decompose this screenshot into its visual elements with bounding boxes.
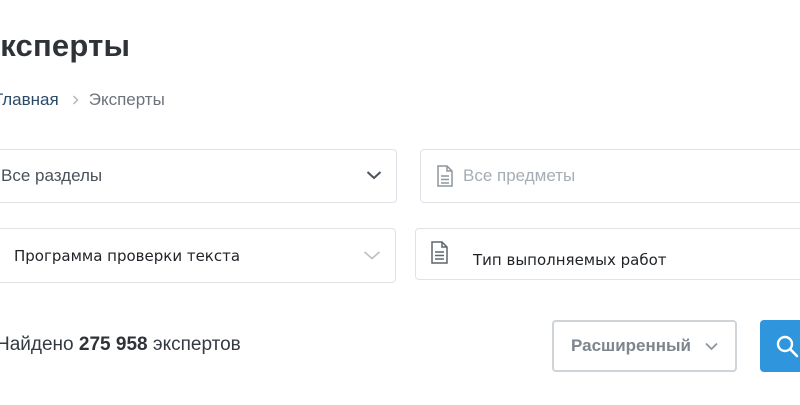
- chevron-down-icon: [366, 167, 382, 188]
- advanced-search-label: Расширенный: [571, 336, 691, 355]
- page-title: Эксперты: [0, 28, 131, 63]
- results-number: 275 958: [78, 334, 148, 355]
- document-icon: [431, 241, 448, 264]
- checker-select[interactable]: Программа проверки текста: [0, 228, 396, 283]
- results-suffix: экспертов: [152, 334, 241, 355]
- chevron-down-icon: [705, 342, 718, 351]
- breadcrumb-home-link[interactable]: Главная: [0, 90, 59, 110]
- work-type-input[interactable]: Тип выполняемых работ: [415, 228, 800, 280]
- chevron-down-icon: [363, 247, 381, 268]
- subjects-input-placeholder: Все предметы: [463, 166, 576, 185]
- search-button[interactable]: [760, 320, 800, 372]
- breadcrumb-current: Эксперты: [88, 90, 165, 109]
- work-type-input-value: Тип выполняемых работ: [473, 251, 667, 269]
- sections-select-value: Все разделы: [1, 166, 103, 185]
- search-icon: [775, 334, 799, 358]
- checker-select-value: Программа проверки текста: [14, 246, 241, 265]
- chevron-right-icon: [72, 95, 79, 105]
- results-count: Найдено 275 958 экспертов: [0, 334, 241, 356]
- breadcrumb: Главная Эксперты: [0, 90, 165, 110]
- sections-select[interactable]: Все разделы: [0, 149, 397, 203]
- advanced-search-button[interactable]: Расширенный: [552, 320, 737, 372]
- document-icon: [437, 165, 453, 187]
- subjects-input[interactable]: Все предметы: [420, 149, 800, 203]
- results-prefix: Найдено: [0, 334, 74, 355]
